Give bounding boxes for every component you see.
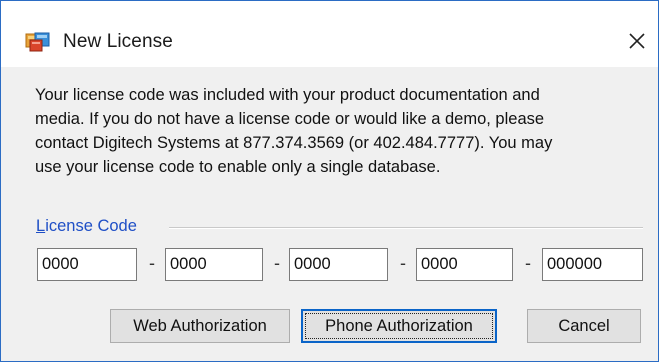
phone-authorization-button[interactable]: Phone Authorization [301, 309, 497, 343]
cancel-button[interactable]: Cancel [527, 309, 641, 343]
window-title: New License [63, 31, 173, 52]
info-message-line: use your license code to enable only a s… [35, 158, 441, 176]
dialog-body: Your license code was included with your… [1, 67, 658, 361]
code-separator: - [149, 253, 155, 273]
code-separator: - [400, 253, 406, 273]
license-code-field-2[interactable] [165, 248, 263, 281]
group-divider [169, 227, 643, 229]
title-bar[interactable]: New License [1, 1, 658, 67]
info-message-line: Your license code was included with your… [35, 86, 540, 104]
close-icon[interactable] [623, 27, 651, 55]
new-license-dialog: New License Your license code was includ… [0, 0, 659, 362]
code-separator: - [525, 253, 531, 273]
license-code-group-label: License Code [36, 217, 137, 236]
license-code-label-text: icense Code [45, 217, 137, 235]
license-code-field-3[interactable] [289, 248, 388, 281]
license-key-icon [25, 31, 51, 53]
web-authorization-button[interactable]: Web Authorization [110, 309, 290, 343]
license-code-access-key: L [36, 217, 46, 235]
info-message-line: contact Digitech Systems at 877.374.3569… [35, 134, 553, 152]
code-separator: - [274, 253, 280, 273]
license-code-field-1[interactable] [37, 248, 137, 281]
info-message: Your license code was included with your… [35, 83, 640, 179]
info-message-line: media. If you do not have a license code… [35, 110, 545, 128]
license-code-field-4[interactable] [416, 248, 513, 281]
license-code-field-5[interactable] [542, 248, 643, 281]
